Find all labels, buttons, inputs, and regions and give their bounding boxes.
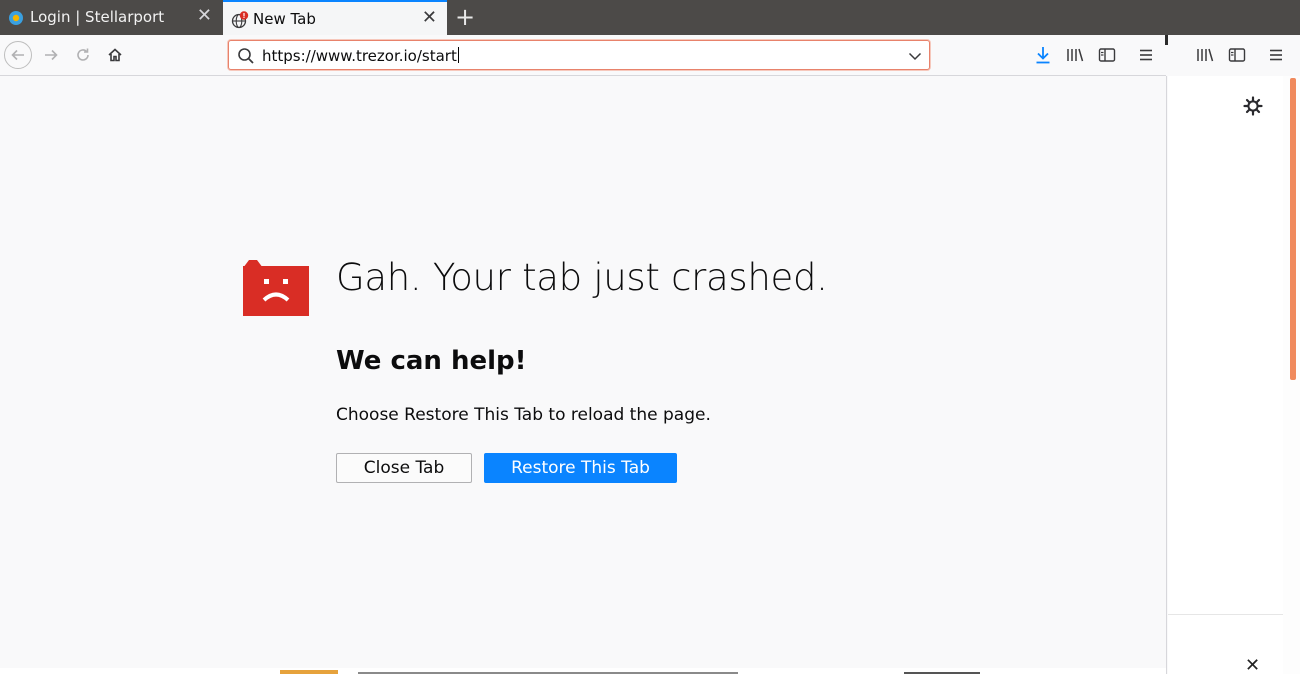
reload-button[interactable]	[69, 41, 97, 69]
url-bar[interactable]: https://www.trezor.io/start	[228, 40, 930, 70]
back-button[interactable]	[4, 41, 32, 69]
sidebar-icon	[1098, 48, 1116, 62]
tab-strip: Login | Stellarport ✕ New Tab ✕ +	[0, 0, 1300, 35]
menu-button[interactable]	[1134, 43, 1158, 67]
home-icon	[108, 48, 122, 62]
tab-new-tab[interactable]: New Tab ✕	[223, 0, 447, 35]
close-icon[interactable]: ✕	[1245, 657, 1260, 674]
tab-label: Login | Stellarport	[30, 8, 165, 26]
download-icon	[1036, 47, 1050, 64]
menu-icon	[1270, 49, 1282, 61]
gear-icon[interactable]	[1243, 96, 1263, 116]
underlying-window-edge	[0, 668, 1166, 674]
help-heading: We can help!	[336, 346, 527, 376]
tab-login-stellarport[interactable]: Login | Stellarport ✕	[0, 0, 222, 35]
menu-button-2[interactable]	[1264, 43, 1288, 67]
sad-folder-crash-icon	[243, 260, 309, 316]
home-button[interactable]	[101, 41, 129, 69]
close-tab-button[interactable]: Close Tab	[336, 453, 472, 483]
scrollbar-thumb[interactable]	[1290, 78, 1296, 380]
downloads-button[interactable]	[1031, 43, 1055, 67]
window-edge-marker	[1165, 35, 1168, 45]
navigation-toolbar: https://www.trezor.io/start	[0, 35, 1300, 76]
tab-close-button[interactable]: ✕	[197, 6, 212, 26]
sidebar-button[interactable]	[1095, 43, 1119, 67]
tab-label: New Tab	[253, 10, 316, 28]
sidebar-button-2[interactable]	[1225, 43, 1249, 67]
decorative-mark	[280, 670, 338, 674]
url-value: https://www.trezor.io/start	[262, 47, 457, 65]
background-notification-area	[1168, 614, 1300, 674]
background-page-panel	[1168, 76, 1283, 614]
globe-crashed-icon	[231, 11, 249, 29]
library-button[interactable]	[1063, 43, 1087, 67]
library-icon	[1197, 48, 1214, 62]
library-button-2[interactable]	[1193, 43, 1217, 67]
chevron-down-icon[interactable]	[907, 48, 923, 64]
back-arrow-icon	[11, 49, 24, 61]
stellarport-favicon-icon	[9, 11, 23, 25]
browser-window: Login | Stellarport ✕ New Tab ✕ + https:…	[0, 0, 1300, 674]
search-icon	[238, 48, 254, 64]
sidebar-icon	[1228, 48, 1246, 62]
menu-icon	[1140, 49, 1152, 61]
restore-tab-button[interactable]: Restore This Tab	[484, 453, 677, 483]
tab-close-button[interactable]: ✕	[422, 8, 437, 28]
text-caret	[457, 47, 459, 63]
window-divider	[1166, 76, 1167, 674]
crash-title: Gah. Your tab just crashed.	[336, 256, 828, 299]
forward-button[interactable]	[37, 41, 65, 69]
library-icon	[1067, 48, 1084, 62]
forward-arrow-icon	[45, 49, 58, 61]
reload-icon	[77, 48, 89, 61]
help-text: Choose Restore This Tab to reload the pa…	[336, 405, 711, 425]
url-text[interactable]: https://www.trezor.io/start	[262, 47, 459, 65]
tab-crashed-page: Gah. Your tab just crashed. We can help!…	[0, 76, 1166, 668]
new-tab-button[interactable]: +	[452, 3, 478, 31]
